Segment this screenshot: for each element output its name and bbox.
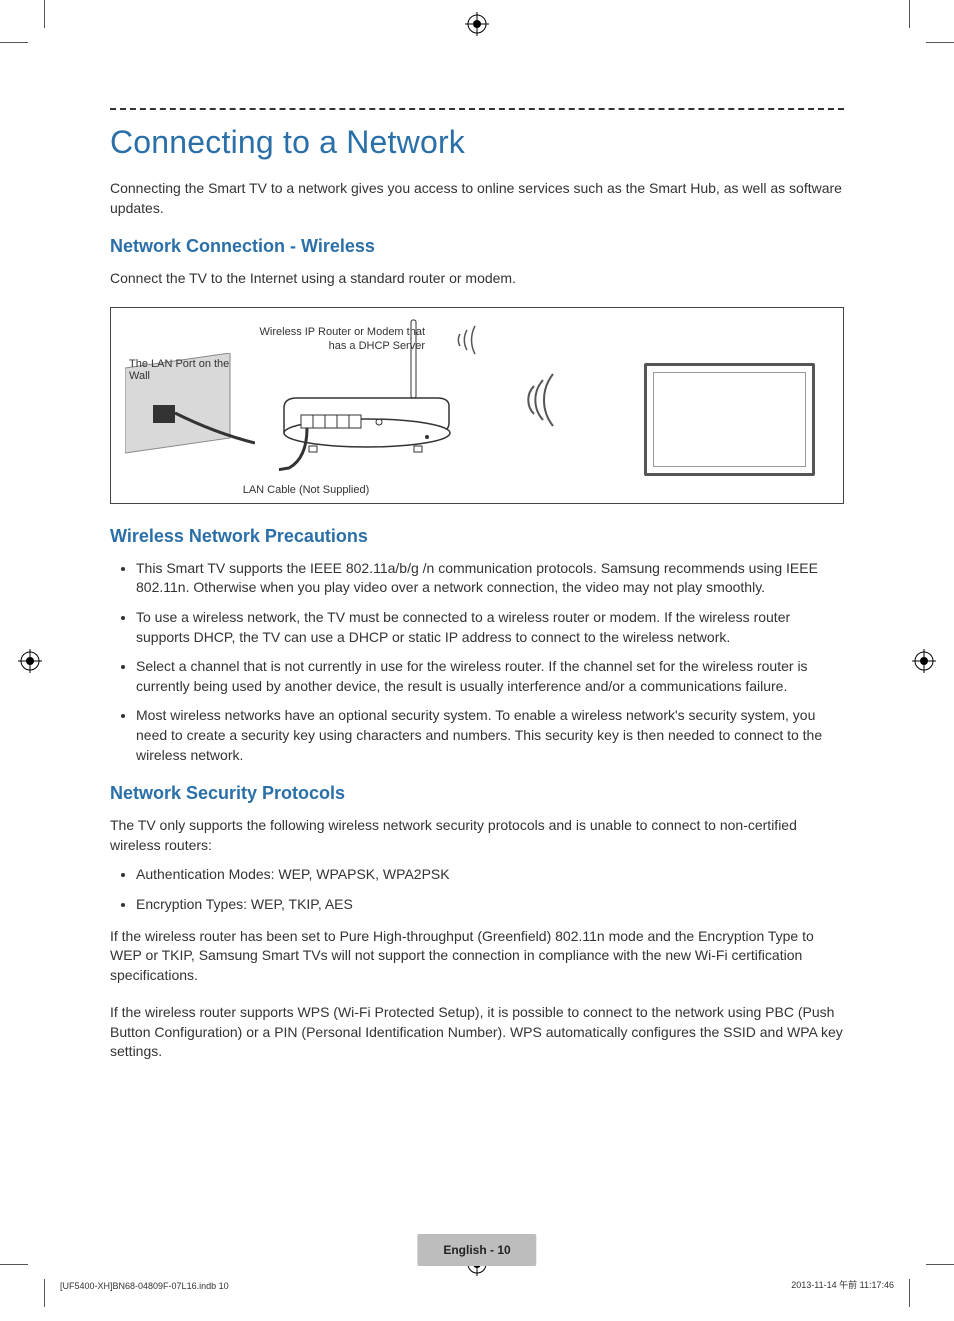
registration-mark-left-icon xyxy=(18,649,42,673)
list-item: Select a channel that is not currently i… xyxy=(136,657,844,696)
page-title: Connecting to a Network xyxy=(110,124,844,161)
precautions-list: This Smart TV supports the IEEE 802.11a/… xyxy=(110,559,844,765)
list-item: Encryption Types: WEP, TKIP, AES xyxy=(136,895,844,915)
footer-left: [UF5400-XH]BN68-04809F-07L16.indb 10 xyxy=(60,1281,229,1291)
router-label: Wireless IP Router or Modem that has a D… xyxy=(245,326,425,354)
section1-text: Connect the TV to the Internet using a s… xyxy=(110,269,844,289)
security-intro: The TV only supports the following wirel… xyxy=(110,816,844,855)
section-heading-security: Network Security Protocols xyxy=(110,783,844,804)
intro-paragraph: Connecting the Smart TV to a network giv… xyxy=(110,179,844,218)
list-item: Most wireless networks have an optional … xyxy=(136,706,844,765)
page-number-pill: English - 10 xyxy=(417,1234,536,1266)
wifi-out-waves-icon xyxy=(439,320,479,360)
security-para2: If the wireless router has been set to P… xyxy=(110,927,844,986)
cable-label: LAN Cable (Not Supplied) xyxy=(221,484,391,496)
wifi-in-waves-icon xyxy=(509,370,559,430)
section-heading-precautions: Wireless Network Precautions xyxy=(110,526,844,547)
footer-right: 2013-11-14 午前 11:17:46 xyxy=(791,1278,894,1291)
section-heading-wireless: Network Connection - Wireless xyxy=(110,236,844,257)
registration-mark-right-icon xyxy=(912,649,936,673)
list-item: To use a wireless network, the TV must b… xyxy=(136,608,844,647)
lan-port-label: The LAN Port on the Wall xyxy=(129,358,249,382)
network-diagram: The LAN Port on the Wall Wireless IP xyxy=(110,307,844,504)
security-para3: If the wireless router supports WPS (Wi-… xyxy=(110,1003,844,1062)
security-list: Authentication Modes: WEP, WPAPSK, WPA2P… xyxy=(110,865,844,914)
list-item: This Smart TV supports the IEEE 802.11a/… xyxy=(136,559,844,598)
list-item: Authentication Modes: WEP, WPAPSK, WPA2P… xyxy=(136,865,844,885)
section-divider xyxy=(110,108,844,110)
registration-mark-top-icon xyxy=(465,12,489,36)
tv-icon xyxy=(644,363,815,476)
